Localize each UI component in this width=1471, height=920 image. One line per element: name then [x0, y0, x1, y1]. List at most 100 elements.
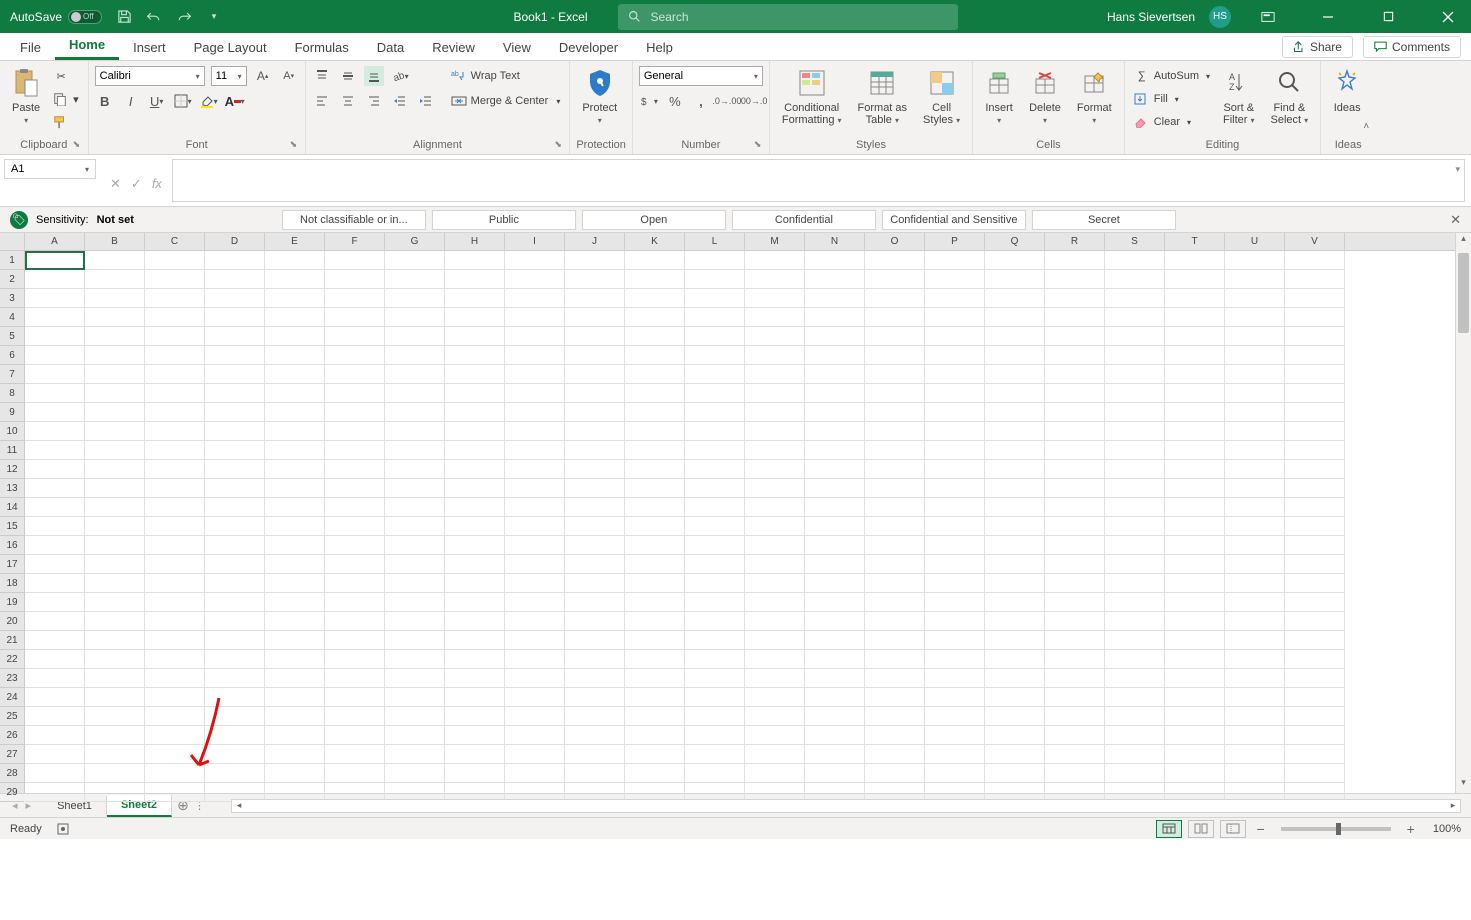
- cell[interactable]: [925, 726, 985, 745]
- cell[interactable]: [865, 270, 925, 289]
- close-icon[interactable]: [1425, 0, 1471, 33]
- cell[interactable]: [205, 726, 265, 745]
- cell[interactable]: [1105, 669, 1165, 688]
- cell[interactable]: [565, 441, 625, 460]
- cell[interactable]: [85, 574, 145, 593]
- cell[interactable]: [745, 707, 805, 726]
- cell[interactable]: [1225, 308, 1285, 327]
- autosum-button[interactable]: ∑AutoSum▾: [1131, 66, 1213, 86]
- column-header[interactable]: Q: [985, 233, 1045, 250]
- cell[interactable]: [985, 517, 1045, 536]
- cell[interactable]: [265, 650, 325, 669]
- cell[interactable]: [865, 479, 925, 498]
- column-header[interactable]: U: [1225, 233, 1285, 250]
- cell[interactable]: [25, 707, 85, 726]
- cell[interactable]: [205, 631, 265, 650]
- cell[interactable]: [85, 441, 145, 460]
- cell[interactable]: [505, 688, 565, 707]
- cell[interactable]: [445, 441, 505, 460]
- cell[interactable]: [1045, 365, 1105, 384]
- cell[interactable]: [1045, 479, 1105, 498]
- tab-home[interactable]: Home: [55, 31, 119, 60]
- cell[interactable]: [745, 270, 805, 289]
- cell[interactable]: [145, 365, 205, 384]
- cell[interactable]: [865, 764, 925, 783]
- cell[interactable]: [505, 555, 565, 574]
- cell[interactable]: [1045, 270, 1105, 289]
- zoom-thumb[interactable]: [1336, 823, 1341, 835]
- cell[interactable]: [745, 555, 805, 574]
- column-header[interactable]: J: [565, 233, 625, 250]
- sensitivity-option[interactable]: Secret: [1032, 210, 1176, 230]
- cell[interactable]: [1165, 764, 1225, 783]
- cell[interactable]: [1165, 365, 1225, 384]
- cell[interactable]: [925, 707, 985, 726]
- cell[interactable]: [445, 422, 505, 441]
- cell[interactable]: [265, 517, 325, 536]
- cell[interactable]: [1105, 574, 1165, 593]
- cell[interactable]: [325, 460, 385, 479]
- cell[interactable]: [745, 251, 805, 270]
- cell[interactable]: [85, 650, 145, 669]
- cell[interactable]: [205, 650, 265, 669]
- cell[interactable]: [865, 707, 925, 726]
- cell[interactable]: [1105, 479, 1165, 498]
- cell[interactable]: [685, 726, 745, 745]
- cell[interactable]: [205, 574, 265, 593]
- cell[interactable]: [625, 707, 685, 726]
- cell[interactable]: [805, 308, 865, 327]
- cell[interactable]: [145, 612, 205, 631]
- cell[interactable]: [685, 327, 745, 346]
- cell[interactable]: [565, 327, 625, 346]
- cell[interactable]: [205, 688, 265, 707]
- cell[interactable]: [85, 346, 145, 365]
- cell[interactable]: [385, 251, 445, 270]
- cell[interactable]: [205, 422, 265, 441]
- cell[interactable]: [865, 517, 925, 536]
- cell[interactable]: [205, 498, 265, 517]
- cell[interactable]: [565, 251, 625, 270]
- cell[interactable]: [1225, 707, 1285, 726]
- cell[interactable]: [445, 536, 505, 555]
- cell[interactable]: [685, 593, 745, 612]
- cell[interactable]: [205, 555, 265, 574]
- cell[interactable]: [505, 251, 565, 270]
- cell[interactable]: [265, 308, 325, 327]
- cell[interactable]: [445, 688, 505, 707]
- cell[interactable]: [565, 384, 625, 403]
- align-right-icon[interactable]: [364, 91, 384, 111]
- cell[interactable]: [1045, 669, 1105, 688]
- cell[interactable]: [1225, 251, 1285, 270]
- enter-formula-icon[interactable]: ✓: [131, 176, 142, 192]
- cell[interactable]: [85, 745, 145, 764]
- alignment-dialog-icon[interactable]: ⬊: [554, 139, 566, 151]
- cell[interactable]: [1285, 593, 1345, 612]
- cell[interactable]: [385, 650, 445, 669]
- cell[interactable]: [1165, 441, 1225, 460]
- increase-decimal-icon[interactable]: .0→.00: [717, 91, 737, 111]
- cell[interactable]: [445, 346, 505, 365]
- cell[interactable]: [1045, 536, 1105, 555]
- font-size-combo[interactable]: 11▾: [211, 66, 247, 86]
- cell[interactable]: [745, 460, 805, 479]
- cell[interactable]: [925, 517, 985, 536]
- cell[interactable]: [1045, 593, 1105, 612]
- cell[interactable]: [1165, 745, 1225, 764]
- cell[interactable]: [265, 612, 325, 631]
- cell[interactable]: [205, 707, 265, 726]
- cell[interactable]: [505, 403, 565, 422]
- cell[interactable]: [1285, 403, 1345, 422]
- fx-icon[interactable]: fx: [152, 176, 162, 191]
- cell[interactable]: [445, 612, 505, 631]
- cell[interactable]: [925, 422, 985, 441]
- cell[interactable]: [1165, 726, 1225, 745]
- cell[interactable]: [1045, 441, 1105, 460]
- cell[interactable]: [445, 745, 505, 764]
- cell[interactable]: [1225, 631, 1285, 650]
- cell[interactable]: [25, 403, 85, 422]
- ideas-button[interactable]: Ideas: [1327, 64, 1367, 116]
- cell[interactable]: [745, 479, 805, 498]
- cell[interactable]: [805, 707, 865, 726]
- cell[interactable]: [805, 403, 865, 422]
- cell[interactable]: [625, 365, 685, 384]
